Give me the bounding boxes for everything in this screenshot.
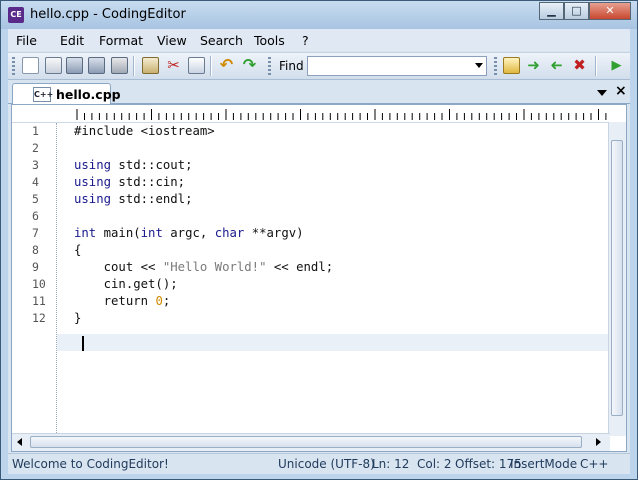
- status-mode[interactable]: InsertMode: [510, 457, 577, 471]
- print-icon[interactable]: [111, 57, 128, 74]
- line-number: 1: [32, 124, 39, 138]
- line-number: 12: [32, 311, 46, 325]
- vertical-scrollbar[interactable]: [608, 122, 626, 436]
- find-label: Find: [279, 59, 304, 73]
- app-window: CE hello.cpp - CodingEditor ▁ □ ✕ File E…: [0, 0, 638, 480]
- copy-icon[interactable]: [142, 57, 159, 74]
- scroll-right-icon[interactable]: [596, 438, 601, 446]
- find-previous-icon[interactable]: ➜: [548, 56, 565, 74]
- line-number: 2: [32, 141, 39, 155]
- find-next-icon[interactable]: ➜: [525, 57, 542, 74]
- maximize-button[interactable]: □: [564, 2, 589, 20]
- line-number: 3: [32, 158, 39, 172]
- vertical-scroll-thumb[interactable]: [611, 140, 623, 416]
- code-line: #include <iostream>: [74, 124, 215, 138]
- undo-icon[interactable]: ↶: [218, 57, 235, 74]
- cut-icon[interactable]: ✂: [165, 57, 182, 74]
- tab-label: hello.cpp: [56, 87, 121, 102]
- line-number: 4: [32, 175, 39, 189]
- status-message: Welcome to CodingEditor!: [12, 457, 169, 471]
- horizontal-scroll-thumb[interactable]: [30, 436, 582, 448]
- toolbar-grip[interactable]: [268, 57, 271, 75]
- code-line: using std::cout;: [74, 158, 193, 172]
- code-line: cin.get();: [74, 277, 178, 291]
- code-line: {: [74, 243, 82, 257]
- code-line: using std::cin;: [74, 175, 186, 189]
- menu-view[interactable]: View: [157, 33, 187, 48]
- code-editor[interactable]: 1 2 3 4 5 6 7 8 9 10 11 12 #include <iostream> usin…: [11, 104, 627, 452]
- menu-help[interactable]: ?: [302, 33, 309, 48]
- horizontal-scrollbar[interactable]: [12, 433, 610, 451]
- save-icon[interactable]: [66, 57, 83, 74]
- code-line: int main(int argc, char **argv): [74, 226, 304, 240]
- scroll-left-icon[interactable]: [17, 438, 22, 446]
- line-number: 10: [32, 277, 46, 291]
- line-number: 6: [32, 209, 39, 223]
- chevron-down-icon[interactable]: [475, 63, 483, 68]
- close-tab-button[interactable]: ×: [615, 83, 627, 99]
- status-line: Ln: 12: [372, 457, 410, 471]
- client-area: File Edit Format View Search Tools ? ✂ ↶…: [8, 29, 630, 474]
- line-number: 5: [32, 192, 39, 206]
- tab-hello-cpp[interactable]: C++ hello.cpp: [12, 83, 121, 104]
- run-icon[interactable]: ▶: [608, 57, 625, 74]
- status-bar: Welcome to CodingEditor! Unicode (UTF-8)…: [8, 453, 630, 474]
- line-number: 7: [32, 226, 39, 240]
- text-caret: [82, 336, 84, 351]
- code-line: cout << "Hello World!" << endl;: [74, 260, 334, 274]
- menu-edit[interactable]: Edit: [60, 33, 84, 48]
- tab-list-chevron-icon[interactable]: [597, 90, 607, 96]
- toolbar-separator: [210, 56, 212, 76]
- open-file-icon[interactable]: [45, 57, 62, 74]
- app-icon: CE: [8, 7, 24, 23]
- code-line: }: [74, 311, 82, 325]
- line-number: 9: [32, 260, 39, 274]
- toolbar-grip[interactable]: [12, 57, 15, 75]
- code-line: return 0;: [74, 294, 171, 308]
- find-input[interactable]: [307, 56, 487, 76]
- replace-icon[interactable]: ✖: [571, 57, 588, 74]
- title-bar[interactable]: CE hello.cpp - CodingEditor ▁ □ ✕: [1, 1, 637, 29]
- toolbar-separator: [595, 56, 597, 76]
- menu-search[interactable]: Search: [200, 33, 243, 48]
- find-icon[interactable]: [503, 57, 520, 74]
- toolbar-grip[interactable]: [494, 57, 497, 75]
- cpp-file-icon: C++: [33, 87, 53, 102]
- toolbar: ✂ ↶ ↷ Find ➜ ➜ ✖ ▶: [8, 52, 630, 80]
- minimize-button[interactable]: ▁: [539, 2, 564, 20]
- status-encoding[interactable]: Unicode (UTF-8): [278, 457, 375, 471]
- redo-icon[interactable]: ↷: [241, 57, 258, 74]
- current-line-highlight: [57, 334, 610, 351]
- code-line: using std::endl;: [74, 192, 193, 206]
- save-all-icon[interactable]: [88, 57, 105, 74]
- menu-tools[interactable]: Tools: [254, 33, 285, 48]
- paste-icon[interactable]: [188, 57, 205, 74]
- line-number-gutter: 1 2 3 4 5 6 7 8 9 10 11 12: [12, 123, 57, 433]
- tab-strip: C++ hello.cpp: [8, 81, 630, 104]
- new-file-icon[interactable]: [22, 57, 39, 74]
- toolbar-separator: [133, 56, 135, 76]
- line-number: 11: [32, 294, 46, 308]
- window-controls: ▁ □ ✕: [539, 2, 631, 20]
- status-column: Col: 2: [417, 457, 452, 471]
- line-number: 8: [32, 243, 39, 257]
- window-title: hello.cpp - CodingEditor: [30, 7, 186, 22]
- status-language[interactable]: C++: [580, 457, 609, 471]
- menu-file[interactable]: File: [16, 33, 37, 48]
- column-ruler: [12, 105, 610, 123]
- menu-bar: File Edit Format View Search Tools ?: [8, 29, 630, 51]
- menu-format[interactable]: Format: [99, 33, 143, 48]
- close-button[interactable]: ✕: [589, 2, 631, 20]
